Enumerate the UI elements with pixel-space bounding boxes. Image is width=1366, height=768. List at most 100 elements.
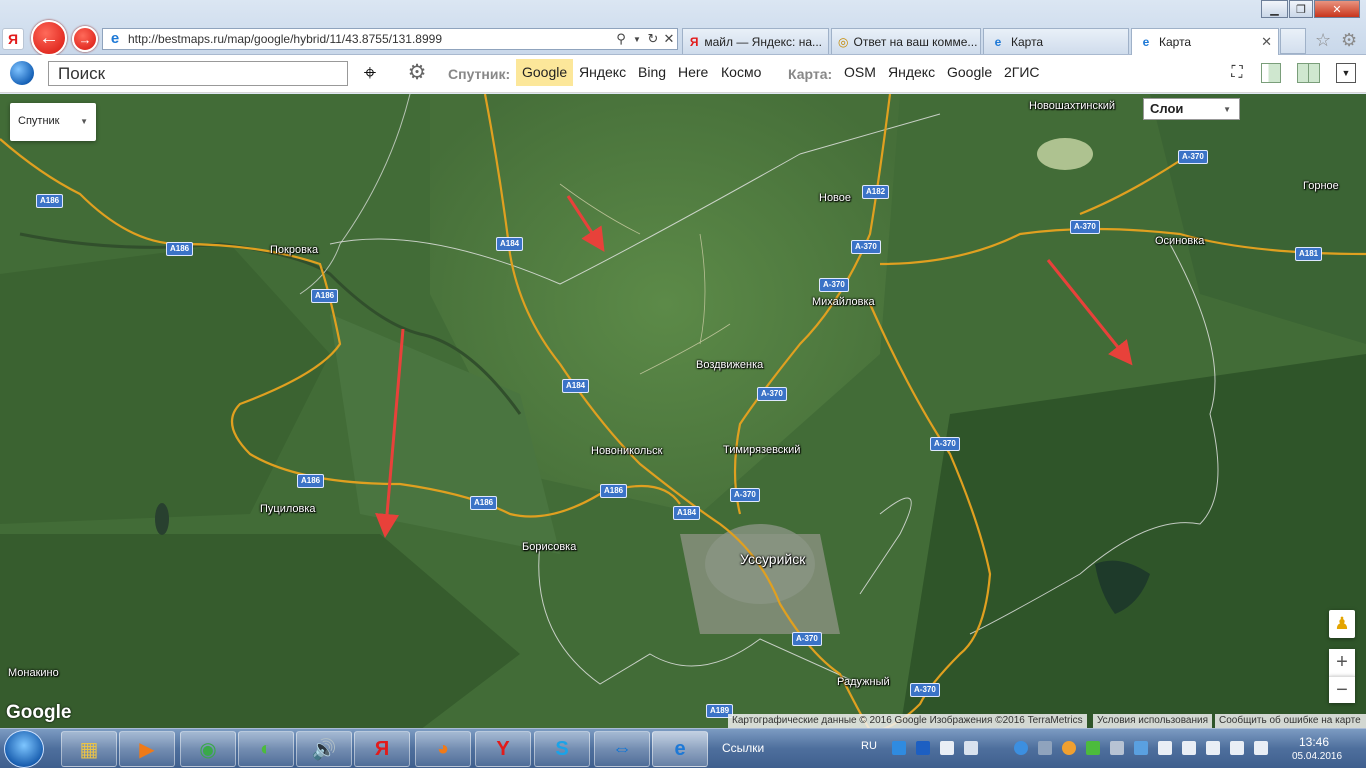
globe-logo-icon[interactable]	[10, 61, 34, 85]
satellite-map[interactable]: Новошахтинский Новое Горное Покровка Оси…	[0, 94, 1366, 730]
tray-network-app-icon[interactable]	[892, 741, 906, 755]
start-button[interactable]	[4, 730, 44, 768]
ie-app-icon[interactable]: e	[652, 731, 708, 767]
refresh-icon[interactable]: ↻	[645, 31, 661, 47]
settings-gear-icon[interactable]: ⚙	[1341, 30, 1357, 51]
skype-app-icon[interactable]: S	[534, 731, 590, 767]
tab-map[interactable]: e Карта	[983, 28, 1129, 54]
yandex-browser-app-icon[interactable]: Я	[354, 731, 410, 767]
satellite-option-here[interactable]: Here	[672, 59, 714, 86]
tray-flag-icon[interactable]	[1182, 741, 1196, 755]
place-label: Покровка	[270, 244, 319, 256]
yandex-home-icon[interactable]: Я	[2, 28, 24, 50]
dropdown-icon[interactable]: ▼	[629, 35, 645, 44]
back-button[interactable]: ←	[31, 20, 67, 56]
tray-battery-icon[interactable]	[1086, 741, 1100, 755]
road-shield: A184	[496, 237, 524, 251]
tray-windows-icon[interactable]	[940, 741, 954, 755]
close-window-button[interactable]: ✕	[1314, 0, 1360, 18]
road-shield: A182	[862, 185, 890, 199]
tray-orange-icon[interactable]	[1062, 741, 1076, 755]
ie-page-icon: e	[110, 30, 120, 47]
map-option-2gis[interactable]: 2ГИС	[998, 59, 1046, 86]
satellite-option-google[interactable]: Google	[516, 59, 574, 86]
forward-button[interactable]: →	[72, 26, 98, 52]
road-shield: A184	[562, 379, 590, 393]
road-shield: A-370	[757, 387, 787, 401]
map-option-yandex[interactable]: Яндекс	[882, 59, 941, 86]
close-tab-icon[interactable]: ✕	[1261, 34, 1272, 50]
tray-sync-icon[interactable]	[1134, 741, 1148, 755]
tray-bluetooth-icon[interactable]	[916, 741, 930, 755]
map-attribution: Картографические данные © 2016 Google Из…	[728, 714, 1087, 729]
split-view-icon[interactable]	[1297, 63, 1320, 83]
locate-crosshair-icon[interactable]: ⌖	[358, 60, 382, 86]
place-label: Михайловка	[812, 296, 875, 308]
road-shield: A186	[600, 484, 628, 498]
tray-info-icon[interactable]	[1014, 741, 1028, 755]
ocs-app-icon[interactable]: ◐	[238, 731, 294, 767]
fullscreen-icon[interactable]: ⛶	[1228, 64, 1246, 82]
street-view-pegman-icon[interactable]: ♟	[1329, 610, 1355, 638]
map-option-google[interactable]: Google	[941, 59, 998, 86]
city-label: Уссурийск	[740, 551, 806, 567]
tray-volume-icon[interactable]	[1206, 741, 1220, 755]
media-player-app-icon[interactable]: ▶	[119, 731, 175, 767]
settings-gear-icon[interactable]: ⚙	[404, 60, 430, 86]
road-shield: A186	[311, 289, 339, 303]
satellite-option-yandex[interactable]: Яндекс	[573, 59, 632, 86]
satellite-option-kosmo[interactable]: Космо	[715, 59, 767, 86]
clock-time[interactable]: 13:46	[1299, 735, 1329, 749]
firefox-app-icon[interactable]: ◕	[415, 731, 471, 767]
zoom-out-button[interactable]: −	[1329, 676, 1355, 703]
satellite-option-bing[interactable]: Bing	[632, 59, 672, 86]
tray-tools-icon[interactable]	[1110, 741, 1124, 755]
maximize-button[interactable]: ❐	[1289, 0, 1313, 18]
tab-title: Карта	[1011, 34, 1044, 49]
zoom-in-button[interactable]: +	[1329, 649, 1355, 676]
terms-link[interactable]: Условия использования	[1093, 714, 1212, 729]
map-type-dropdown[interactable]: Спутник ▼	[10, 103, 96, 141]
tray-keyboard-icon[interactable]	[964, 741, 978, 755]
road-shield: A186	[36, 194, 64, 208]
new-tab-button[interactable]	[1280, 28, 1306, 54]
single-view-icon[interactable]	[1261, 63, 1281, 83]
tab-comment-reply[interactable]: ◎ Ответ на ваш комме...	[831, 28, 981, 54]
volume-app-icon[interactable]: 🔊	[296, 731, 352, 767]
map-option-osm[interactable]: OSM	[838, 59, 882, 86]
tab-title: Карта	[1159, 35, 1192, 49]
place-label: Воздвиженка	[696, 359, 764, 371]
road-shield: A181	[1295, 247, 1323, 261]
road-shield: A184	[673, 506, 701, 520]
report-error-link[interactable]: Сообщить об ошибке на карте	[1215, 714, 1366, 729]
road-shield: A-370	[930, 437, 960, 451]
road-shield: A186	[166, 242, 194, 256]
links-toolbar-label[interactable]: Ссылки	[722, 741, 764, 755]
explorer-app-icon[interactable]: ▦	[61, 731, 117, 767]
layers-dropdown[interactable]: Слои ▼	[1143, 98, 1240, 120]
tab-title: майл — Яндекс: на...	[704, 34, 822, 49]
yandex-icon: Я	[689, 34, 699, 49]
chrome-app-icon[interactable]: ◉	[180, 731, 236, 767]
address-url[interactable]: http://bestmaps.ru/map/google/hybrid/11/…	[128, 32, 613, 46]
stop-icon[interactable]: ✕	[661, 31, 677, 47]
road-shield: A-370	[819, 278, 849, 292]
tray-usb-icon[interactable]	[1230, 741, 1244, 755]
teamviewer-app-icon[interactable]: ⇔	[594, 731, 650, 767]
yandex-app-icon[interactable]: Y	[475, 731, 531, 767]
search-icon[interactable]: ⚲	[613, 31, 629, 47]
search-input[interactable]	[48, 61, 348, 86]
language-indicator[interactable]: RU	[861, 740, 877, 752]
road-shield: A-370	[792, 632, 822, 646]
clock-date[interactable]: 05.04.2016	[1292, 751, 1342, 762]
tab-yandex-mail[interactable]: Я майл — Яндекс: на...	[682, 28, 829, 54]
minimize-button[interactable]: ▁	[1261, 0, 1288, 18]
favorites-star-icon[interactable]: ☆	[1315, 30, 1331, 51]
menu-dropdown-icon[interactable]: ▼	[1336, 63, 1356, 83]
place-label: Новоникольск	[591, 445, 663, 457]
address-bar[interactable]: e http://bestmaps.ru/map/google/hybrid/1…	[102, 28, 678, 50]
tray-power-icon[interactable]	[1254, 741, 1268, 755]
tray-signal-icon[interactable]	[1158, 741, 1172, 755]
tab-map-active[interactable]: e Карта ✕	[1131, 28, 1279, 55]
tray-monitor-icon[interactable]	[1038, 741, 1052, 755]
